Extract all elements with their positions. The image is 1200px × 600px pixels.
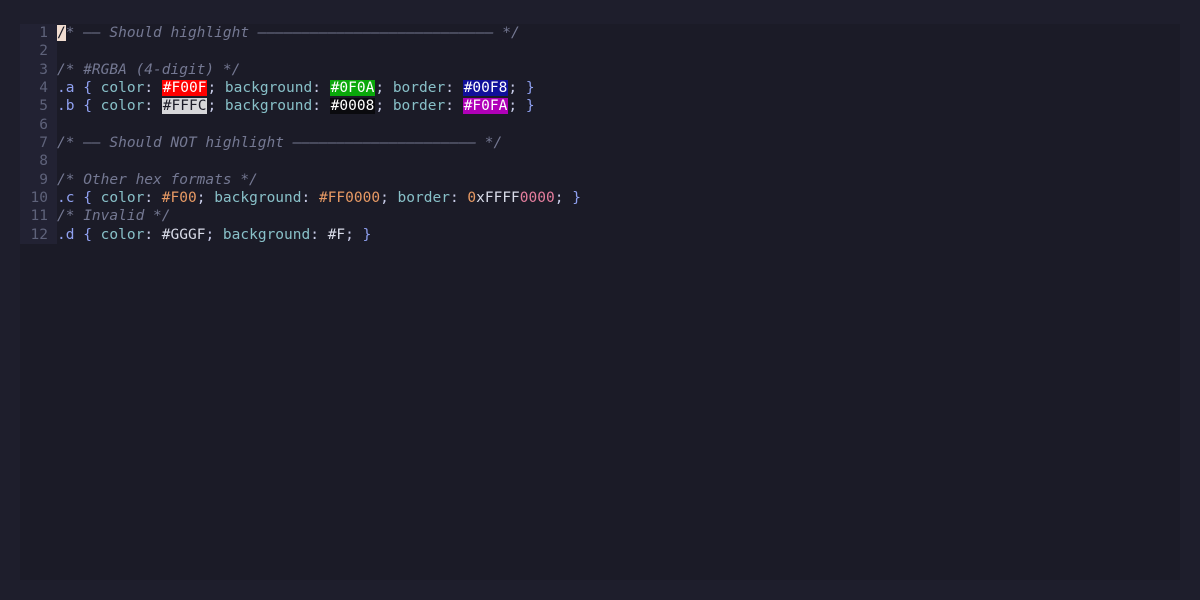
code-token: /* Invalid */ — [57, 208, 171, 225]
code-token: ; — [196, 189, 215, 206]
code-token: background — [222, 226, 311, 243]
text-cursor: / — [57, 25, 66, 41]
code-token: { — [74, 226, 101, 243]
code-token: : — [445, 79, 463, 96]
code-token: } — [525, 98, 535, 115]
code-line[interactable]: 2 — [20, 42, 1180, 60]
line-number: 7 — [39, 134, 48, 151]
code-token: /* #RGBA (4-digit) */ — [57, 61, 241, 78]
code-line[interactable]: 6 — [20, 116, 1180, 134]
code-token: ; — [345, 226, 363, 243]
code-token: { — [74, 79, 101, 96]
code-token: #F — [327, 226, 346, 243]
code-token: : — [310, 226, 328, 243]
code-token: color — [100, 98, 145, 115]
code-token: background — [224, 79, 313, 96]
code-token: ; — [375, 79, 393, 96]
code-text: .a { color: #F00F; background: #0F0A; bo… — [57, 79, 535, 97]
color-swatch: #F0FA — [462, 98, 509, 115]
code-token: : — [449, 189, 468, 206]
line-number: 11 — [30, 208, 48, 225]
code-text: /* Invalid */ — [57, 207, 171, 225]
code-token: 0000 — [519, 189, 555, 206]
code-token: { — [74, 189, 101, 206]
code-token: ; — [207, 98, 225, 115]
code-token: } — [525, 79, 535, 96]
line-number: 8 — [39, 153, 48, 170]
code-token: .d — [57, 226, 75, 243]
code-token: : — [144, 226, 162, 243]
code-token: background — [214, 189, 302, 206]
code-text: .d { color: #GGGF; background: #F; } — [57, 226, 371, 244]
line-number: 5 — [39, 98, 48, 115]
code-token: ; — [207, 79, 225, 96]
line-number: 12 — [30, 226, 48, 243]
code-text: .b { color: #FFFC; background: #0008; bo… — [57, 97, 535, 115]
code-token: : — [144, 79, 162, 96]
code-line[interactable]: 9 /* Other hex formats */ — [20, 171, 1180, 189]
code-text: /* —— Should NOT highlight —————————————… — [57, 134, 502, 152]
color-swatch: #FFFC — [161, 98, 208, 115]
code-editor[interactable]: 1 /* —— Should highlight ————————————————… — [20, 24, 1180, 580]
code-token: : — [312, 79, 330, 96]
code-token: /* —— Should NOT highlight —————————————… — [57, 134, 503, 151]
code-token: * —— Should highlight ——————————————————… — [65, 25, 520, 41]
code-token: background — [224, 98, 313, 115]
code-token: : — [312, 98, 330, 115]
line-number: 4 — [39, 79, 48, 96]
code-token: border — [397, 189, 450, 206]
color-swatch: #0008 — [329, 98, 376, 115]
code-line[interactable]: 5 .b { color: #FFFC; background: #0008; b… — [20, 97, 1180, 115]
code-token: { — [74, 98, 101, 115]
code-line[interactable]: 8 — [20, 152, 1180, 170]
code-token: ; — [554, 189, 573, 206]
code-token: color — [100, 189, 145, 206]
code-line[interactable]: 4 .a { color: #F00F; background: #0F0A; b… — [20, 79, 1180, 97]
line-number: 9 — [39, 171, 48, 188]
line-number: 10 — [30, 189, 48, 206]
code-token: border — [392, 79, 446, 96]
code-token: #F00 — [161, 189, 197, 206]
code-lines[interactable]: 1 /* —— Should highlight ————————————————… — [20, 24, 1180, 244]
code-token: .b — [57, 98, 75, 115]
code-token: : — [144, 189, 162, 206]
code-token: ; — [508, 79, 526, 96]
code-token: /* Other hex formats */ — [57, 171, 258, 188]
line-number: 2 — [39, 43, 48, 60]
code-token: } — [362, 226, 372, 243]
code-line[interactable]: 7 /* —— Should NOT highlight ————————————… — [20, 134, 1180, 152]
code-token: color — [100, 226, 145, 243]
code-token: border — [392, 98, 446, 115]
code-line[interactable]: 11 /* Invalid */ — [20, 207, 1180, 225]
code-token: ; — [508, 98, 526, 115]
code-token: : — [301, 189, 319, 206]
code-token: .a — [57, 79, 75, 96]
color-swatch: #F00F — [161, 79, 208, 96]
code-text: /* #RGBA (4-digit) */ — [57, 61, 240, 79]
code-line[interactable]: 12 .d { color: #GGGF; background: #F; } — [20, 226, 1180, 244]
code-text: /* Other hex formats */ — [57, 171, 258, 189]
code-token: #FF0000 — [318, 189, 381, 206]
code-token: #GGGF — [161, 226, 206, 243]
line-number: 1 — [39, 25, 48, 41]
code-token: color — [100, 79, 145, 96]
line-number: 3 — [39, 61, 48, 78]
code-text: .c { color: #F00; background: #FF0000; b… — [57, 189, 581, 207]
line-number: 6 — [39, 116, 48, 133]
code-line[interactable]: 1 /* —— Should highlight ————————————————… — [20, 24, 1180, 42]
code-token: : — [445, 98, 463, 115]
code-line[interactable]: 10 .c { color: #F00; background: #FF0000;… — [20, 189, 1180, 207]
color-swatch: #00F8 — [462, 79, 509, 96]
code-token: ; — [380, 189, 398, 206]
code-text: /* —— Should highlight —————————————————… — [57, 24, 520, 42]
code-token: ; — [205, 226, 223, 243]
code-token: } — [572, 189, 581, 206]
code-token: .c — [57, 189, 75, 206]
code-token: 0 — [467, 189, 477, 206]
color-swatch: #0F0A — [329, 79, 376, 96]
code-line[interactable]: 3 /* #RGBA (4-digit) */ — [20, 61, 1180, 79]
code-token: : — [144, 98, 162, 115]
code-token: xFFFF — [476, 189, 520, 206]
code-token: ; — [375, 98, 393, 115]
